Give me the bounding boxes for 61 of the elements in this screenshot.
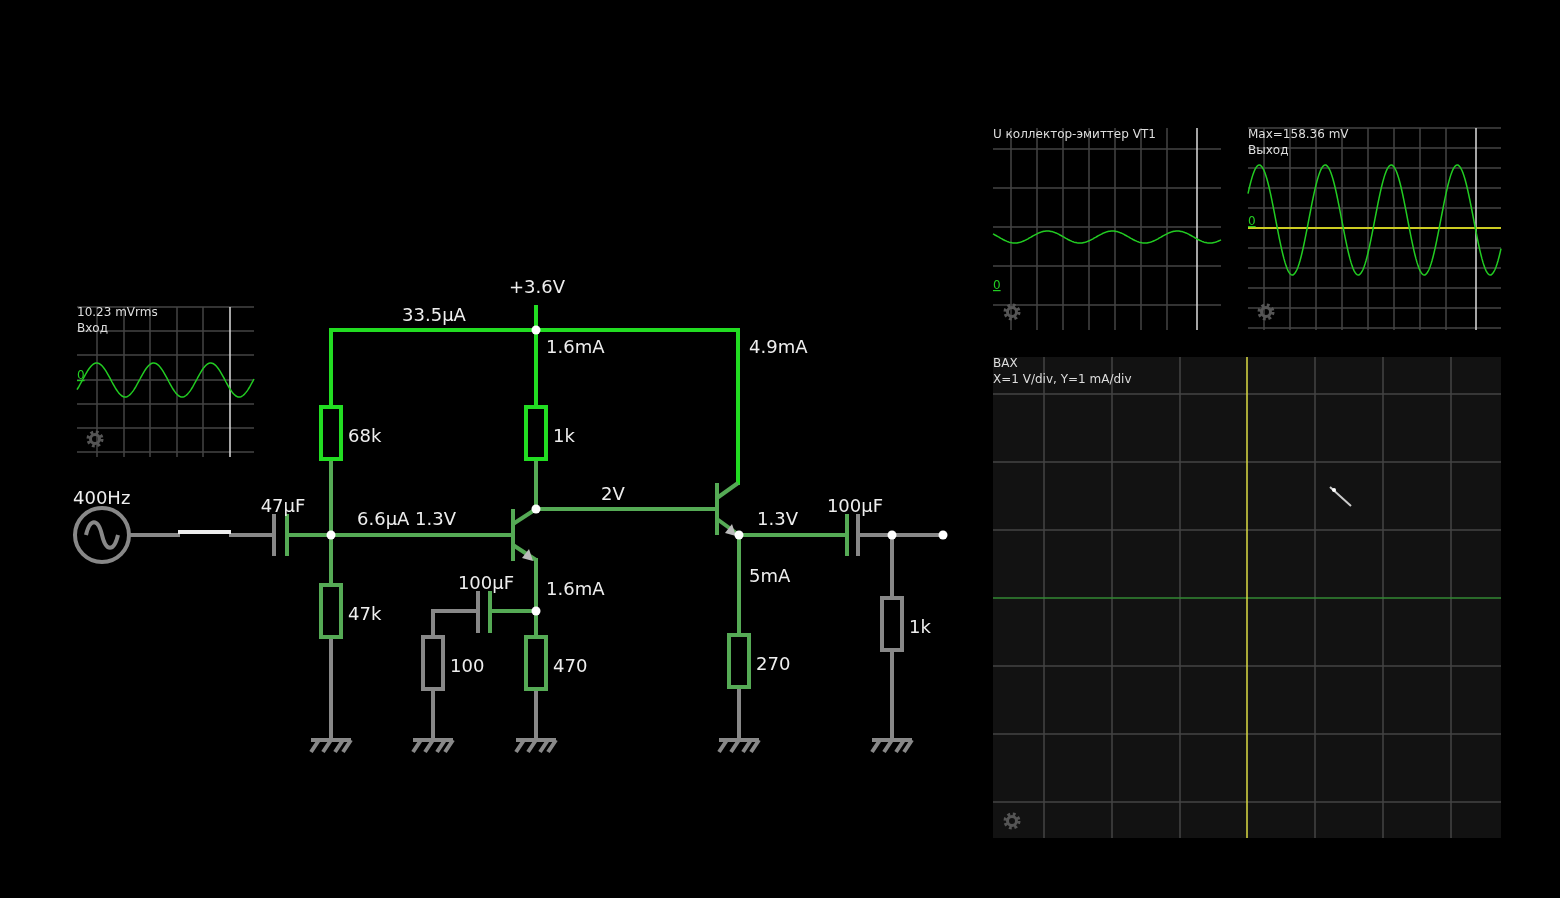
plotter-title: BAX: [993, 356, 1018, 370]
capacitor: [845, 514, 860, 556]
measurement-reading: 33.5μA: [402, 304, 466, 325]
scope-title: Вход: [77, 321, 108, 335]
frequency-label: 400Hz: [73, 487, 131, 508]
probe-segment: [178, 530, 231, 534]
junction-dot: [531, 504, 541, 514]
measurement-reading: 1.6mA: [546, 578, 605, 599]
resistor-value: 47k: [348, 603, 382, 624]
supply-voltage-label: +3.6V: [509, 276, 565, 297]
resistor: [421, 635, 445, 691]
junction-dot: [531, 606, 541, 616]
resistor-value: 100: [450, 655, 485, 676]
ground-symbol: [717, 738, 761, 754]
resistor-value: 1k: [909, 616, 931, 637]
scope-readout: 10.23 mVrms: [77, 305, 158, 319]
capacitor: [272, 514, 289, 556]
measurement-reading: 1.3V: [757, 508, 798, 529]
resistor: [319, 405, 343, 461]
settings-gear-icon[interactable]: [1003, 303, 1021, 321]
ground-symbol: [309, 738, 353, 754]
junction-dot: [326, 530, 336, 540]
capacitor-value: 100μF: [826, 495, 884, 516]
resistor-value: 270: [756, 653, 791, 674]
measurement-reading: 6.6μA 1.3V: [357, 508, 457, 529]
measurement-reading: 4.9mA: [749, 336, 808, 357]
junction-dot: [734, 530, 744, 540]
curve-trace: [1329, 486, 1352, 507]
zero-marker: 0: [993, 278, 1001, 292]
resistor: [524, 635, 548, 691]
capacitor-value: 100μF: [457, 572, 515, 593]
ground-symbol: [514, 738, 558, 754]
resistor-value: 470: [553, 655, 588, 676]
ground-symbol: [870, 738, 914, 754]
transistor: [511, 507, 538, 562]
scope-title: Выход: [1248, 143, 1289, 157]
scope-title: U коллектор-эмиттер VT1: [993, 127, 1156, 141]
junction-dot: [938, 530, 948, 540]
zero-marker: 0: [1248, 214, 1256, 228]
measurement-reading: 1.6mA: [546, 336, 605, 357]
resistor: [319, 583, 343, 639]
capacitor-value: 47μF: [260, 495, 306, 516]
plotter-scale: X=1 V/div, Y=1 mA/div: [993, 372, 1132, 386]
resistor-value: 68k: [348, 425, 382, 446]
resistor-value: 1k: [553, 425, 575, 446]
ground-symbol: [411, 738, 455, 754]
ac-source-icon: [73, 506, 131, 564]
measurement-reading: 5mA: [749, 565, 791, 586]
measurement-reading: 2V: [601, 483, 625, 504]
resistor: [880, 596, 904, 652]
scope-readout: Max=158.36 mV: [1248, 127, 1349, 141]
settings-gear-icon[interactable]: [86, 430, 104, 448]
junction-dot: [531, 325, 541, 335]
settings-gear-icon[interactable]: [1003, 812, 1021, 830]
resistor: [524, 405, 548, 461]
settings-gear-icon[interactable]: [1257, 303, 1275, 321]
transistor: [715, 481, 741, 537]
zero-marker: 0: [77, 368, 85, 382]
capacitor: [476, 591, 492, 633]
resistor: [727, 633, 751, 689]
junction-dot: [887, 530, 897, 540]
